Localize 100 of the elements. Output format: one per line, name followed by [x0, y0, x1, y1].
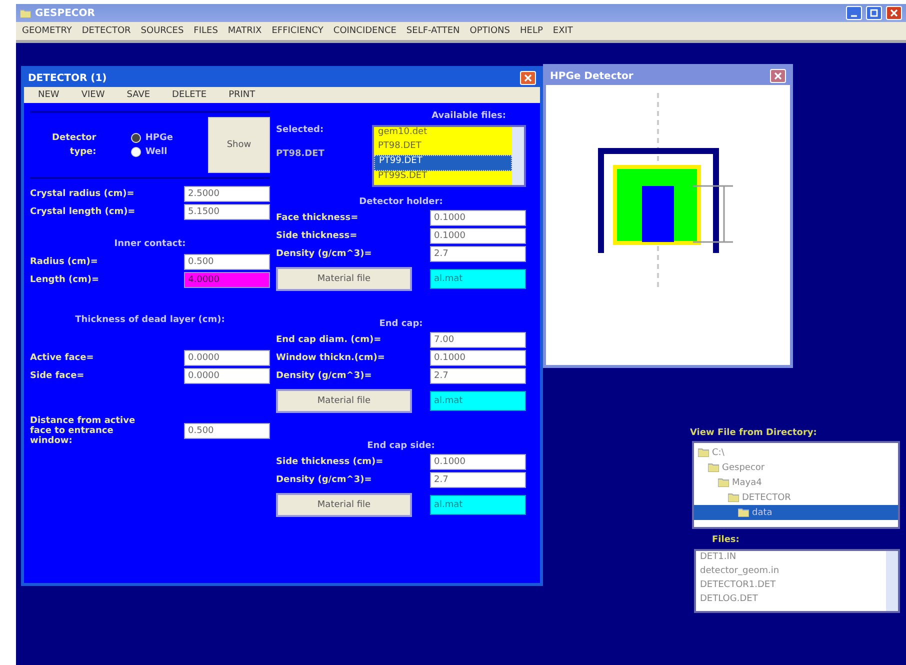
group-label: Detector: [52, 133, 96, 143]
close-button[interactable]: [520, 71, 536, 85]
field-label: Face thickness=: [276, 213, 358, 223]
field-label: Radius (cm)=: [30, 257, 98, 267]
menu-item[interactable]: VIEW: [81, 90, 105, 100]
field-label: Length (cm)=: [30, 275, 100, 285]
input-field[interactable]: 7.00: [430, 332, 526, 348]
field-label: Density (g/cm^3)=: [276, 249, 372, 259]
scrollbar[interactable]: [886, 551, 898, 611]
tree-item[interactable]: Gespecor: [694, 460, 898, 475]
menu-item[interactable]: PRINT: [228, 90, 256, 100]
close-button[interactable]: [886, 6, 902, 20]
input-field[interactable]: 0.1000: [430, 210, 526, 226]
field-label: Side thickness=: [276, 231, 358, 241]
section-heading: End cap:: [378, 319, 424, 329]
section-heading: End cap side:: [366, 441, 436, 451]
material-file-button[interactable]: Material file: [276, 267, 412, 291]
close-icon: [890, 9, 898, 17]
menu-item[interactable]: FILES: [194, 26, 218, 36]
maximize-icon: [870, 9, 878, 17]
input-field[interactable]: 0.500: [184, 423, 270, 439]
input-field[interactable]: 0.1000: [430, 350, 526, 366]
file-item[interactable]: DETECTOR1.DET: [696, 580, 886, 594]
input-field[interactable]: 5.1500: [184, 204, 270, 220]
menu-item[interactable]: HELP: [520, 26, 543, 36]
list-item[interactable]: gem10.det: [374, 127, 512, 141]
material-field[interactable]: al.mat: [430, 391, 526, 411]
selected-label: Selected:: [276, 125, 324, 135]
menu-item[interactable]: MATRIX: [228, 26, 262, 36]
tree-item[interactable]: DETECTOR: [694, 490, 898, 505]
material-field[interactable]: al.mat: [430, 495, 526, 515]
material-field[interactable]: al.mat: [430, 269, 526, 289]
field-label: Side face=: [30, 371, 84, 381]
folder-icon: [20, 8, 31, 18]
list-item[interactable]: PT98.DET: [374, 141, 512, 155]
menu-item[interactable]: GEOMETRY: [22, 26, 72, 36]
section-heading: Thickness of dead layer (cm):: [74, 315, 226, 325]
material-file-button[interactable]: Material file: [276, 493, 412, 517]
selected-file-name: PT98.DET: [276, 149, 324, 159]
folder-icon: [738, 508, 749, 517]
field-label: Window thickn.(cm)=: [276, 353, 385, 363]
section-heading: Inner contact:: [113, 239, 187, 249]
radio-option[interactable]: Well: [131, 147, 173, 157]
show-button[interactable]: Show: [208, 117, 270, 173]
material-file-button[interactable]: Material file: [276, 389, 412, 413]
folder-icon: [728, 493, 739, 502]
input-field[interactable]: 0.0000: [184, 350, 270, 366]
group-label: type:: [70, 147, 96, 157]
tree-item[interactable]: C:\: [694, 445, 898, 460]
input-field[interactable]: 2.7: [430, 368, 526, 384]
input-field[interactable]: 2.5000: [184, 186, 270, 202]
menu-item[interactable]: NEW: [38, 90, 60, 100]
list-item[interactable]: PT99S.DET: [374, 171, 512, 185]
minimize-button[interactable]: [846, 6, 862, 20]
field-label: Active face=: [30, 353, 94, 363]
folder-icon: [708, 463, 719, 472]
file-item[interactable]: DETLOG.DET: [696, 594, 886, 608]
input-field[interactable]: 0.0000: [184, 368, 270, 384]
field-label: Distance from active face to entrance window:: [30, 416, 136, 446]
scrollbar[interactable]: [512, 127, 524, 185]
menu-item[interactable]: DETECTOR: [82, 26, 131, 36]
app-title: GESPECOR: [35, 8, 95, 18]
window-title: DETECTOR (1): [28, 72, 107, 84]
file-item[interactable]: DET1.IN: [696, 552, 886, 566]
close-icon: [524, 74, 532, 82]
input-field[interactable]: 0.500: [184, 254, 270, 270]
tree-item[interactable]: Maya4: [694, 475, 898, 490]
section-heading: Detector holder:: [358, 197, 444, 207]
window-title: HPGe Detector: [550, 70, 634, 82]
file-item[interactable]: detector_geom.in: [696, 566, 886, 580]
input-field[interactable]: 0.1000: [430, 228, 526, 244]
maximize-button[interactable]: [866, 6, 882, 20]
input-field[interactable]: 4.0000: [184, 272, 270, 288]
field-label: Crystal length (cm)=: [30, 207, 136, 217]
menu-item[interactable]: OPTIONS: [470, 26, 510, 36]
field-label: Density (g/cm^3)=: [276, 475, 372, 485]
field-label: Crystal radius (cm)=: [30, 189, 134, 199]
input-field[interactable]: 2.7: [430, 472, 526, 488]
available-files-list[interactable]: gem10.det PT98.DET PT99.DET PT99S.DET: [372, 125, 526, 187]
menu-item[interactable]: SAVE: [126, 90, 150, 100]
files-title: Files:: [712, 535, 740, 545]
folder-icon: [718, 478, 729, 487]
list-item[interactable]: PT99.DET: [374, 155, 512, 171]
folder-icon: [698, 448, 709, 457]
menu-item[interactable]: SELF-ATTEN: [406, 26, 460, 36]
close-icon: [774, 72, 782, 80]
field-label: Density (g/cm^3)=: [276, 371, 372, 381]
close-button[interactable]: [770, 69, 786, 83]
menu-item[interactable]: SOURCES: [140, 26, 184, 36]
menu-item[interactable]: DELETE: [172, 90, 207, 100]
directory-title: View File from Directory:: [690, 428, 817, 438]
field-label: End cap diam. (cm)=: [276, 335, 382, 345]
input-field[interactable]: 0.1000: [430, 454, 526, 470]
field-label: Side thickness (cm)=: [276, 457, 384, 467]
tree-item[interactable]: data: [694, 505, 898, 520]
radio-option[interactable]: HPGe: [131, 133, 173, 143]
menu-item[interactable]: EXIT: [552, 26, 573, 36]
menu-item[interactable]: EFFICIENCY: [272, 26, 324, 36]
input-field[interactable]: 2.7: [430, 246, 526, 262]
menu-item[interactable]: COINCIDENCE: [333, 26, 396, 36]
